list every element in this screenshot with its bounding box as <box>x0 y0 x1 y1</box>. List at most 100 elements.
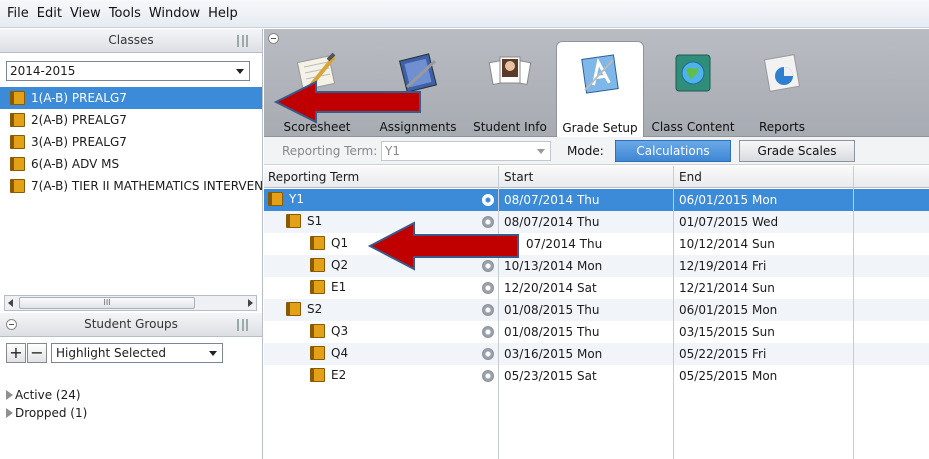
collapse-icon[interactable] <box>6 319 17 330</box>
term-cell: Q2 <box>310 258 348 272</box>
tab-grade-setup[interactable]: Grade Setup <box>556 41 644 138</box>
classes-header: Classes <box>0 29 262 53</box>
menu-help[interactable]: Help <box>207 4 239 23</box>
tab-student-info[interactable]: Student Info <box>470 41 550 137</box>
table-row[interactable]: S1 08/07/2014 Thu 01/07/2015 Wed <box>264 211 929 233</box>
end-date-cell[interactable]: 12/19/2014 Fri <box>679 259 766 273</box>
header-start[interactable]: Start <box>504 170 533 184</box>
start-date-cell[interactable]: 05/23/2015 Sat <box>504 369 597 383</box>
scroll-thumb[interactable]: III <box>19 297 195 309</box>
start-date-cell[interactable]: 12/20/2014 Sat <box>504 281 597 295</box>
menu-file[interactable]: File <box>6 4 30 23</box>
term-cell: S1 <box>286 214 322 228</box>
term-label: Q1 <box>331 236 349 250</box>
student-groups-title: Student Groups <box>84 317 178 331</box>
horizontal-scrollbar[interactable]: III <box>4 295 257 311</box>
term-cell: Q1 <box>310 236 348 250</box>
expand-icon[interactable] <box>6 390 13 400</box>
table-row[interactable]: Q3 01/08/2015 Thu 03/15/2015 Sun <box>264 321 929 343</box>
folder-icon <box>310 368 325 382</box>
annotation-arrow-left <box>367 221 519 271</box>
header-end[interactable]: End <box>679 170 702 184</box>
highlight-select[interactable]: Highlight Selected <box>51 343 223 363</box>
table-row[interactable]: Q4 03/16/2015 Mon 05/22/2015 Fri <box>264 343 929 365</box>
classes-title: Classes <box>108 33 154 47</box>
folder-icon <box>310 280 325 294</box>
date-picker-icon[interactable] <box>482 282 494 294</box>
date-picker-icon[interactable] <box>482 304 494 316</box>
menu-edit[interactable]: Edit <box>36 4 63 23</box>
class-item[interactable]: 6(A-B) ADV MS <box>0 153 262 175</box>
reporting-term-select[interactable]: Y1 <box>381 141 551 161</box>
folder-icon <box>268 192 283 206</box>
term-cell: Q4 <box>310 346 348 360</box>
year-value: 2014-2015 <box>10 64 76 78</box>
table-row[interactable]: Y1 08/07/2014 Thu 06/01/2015 Mon <box>264 189 929 211</box>
start-date-cell[interactable]: 03/16/2015 Mon <box>504 347 602 361</box>
group-dropped[interactable]: Dropped (1) <box>6 404 87 422</box>
expand-icon[interactable] <box>6 408 13 418</box>
term-label: E1 <box>331 280 347 294</box>
end-date-cell[interactable]: 06/01/2015 Mon <box>679 193 777 207</box>
date-picker-icon[interactable] <box>482 194 494 206</box>
term-label: S2 <box>307 302 323 316</box>
scroll-left-icon[interactable] <box>8 299 13 307</box>
class-label: 2(A-B) PREALG7 <box>31 113 127 127</box>
folder-icon <box>310 236 325 250</box>
remove-group-button[interactable]: − <box>27 343 47 363</box>
table-row[interactable]: E1 12/20/2014 Sat 12/21/2014 Sun <box>264 277 929 299</box>
reporting-term-label: Reporting Term: <box>282 144 378 158</box>
grip-icon[interactable] <box>237 319 248 331</box>
term-label: Q2 <box>331 258 349 272</box>
end-date-cell[interactable]: 01/07/2015 Wed <box>679 215 778 229</box>
annotation-arrow-left <box>273 80 421 124</box>
table-row[interactable]: Q1 07/2014 Thu 10/12/2014 Sun <box>264 233 929 255</box>
calculations-button[interactable]: Calculations <box>615 140 731 162</box>
end-date-cell[interactable]: 06/01/2015 Mon <box>679 303 777 317</box>
folder-icon <box>10 135 25 149</box>
term-cell: S2 <box>286 302 322 316</box>
end-date-cell[interactable]: 10/12/2014 Sun <box>679 237 775 251</box>
menu-tools[interactable]: Tools <box>108 4 142 23</box>
class-item[interactable]: 1(A-B) PREALG7 <box>0 87 262 109</box>
group-active[interactable]: Active (24) <box>6 386 87 404</box>
start-date-cell[interactable]: 01/08/2015 Thu <box>504 325 600 339</box>
folder-icon <box>310 258 325 272</box>
menu-window[interactable]: Window <box>148 4 201 23</box>
start-date-cell[interactable]: 01/08/2015 Thu <box>504 303 600 317</box>
grade-scales-button[interactable]: Grade Scales <box>739 140 855 162</box>
start-date-cell[interactable]: 08/07/2014 Thu <box>504 193 600 207</box>
class-label: 6(A-B) ADV MS <box>31 157 120 171</box>
term-cell: Y1 <box>268 192 304 206</box>
table-row[interactable]: S2 01/08/2015 Thu 06/01/2015 Mon <box>264 299 929 321</box>
term-label: S1 <box>307 214 323 228</box>
chevron-down-icon <box>537 149 545 154</box>
class-item[interactable]: 3(A-B) PREALG7 <box>0 131 262 153</box>
tab-reports[interactable]: Reports <box>744 41 820 137</box>
folder-icon <box>286 302 301 316</box>
grid-header: Reporting Term Start End <box>264 166 929 188</box>
date-picker-icon[interactable] <box>482 348 494 360</box>
add-group-button[interactable]: + <box>6 343 26 363</box>
grip-icon[interactable] <box>237 35 248 47</box>
end-date-cell[interactable]: 03/15/2015 Sun <box>679 325 775 339</box>
class-item[interactable]: 2(A-B) PREALG7 <box>0 109 262 131</box>
folder-icon <box>310 324 325 338</box>
end-date-cell[interactable]: 12/21/2014 Sun <box>679 281 775 295</box>
menu-view[interactable]: View <box>69 4 102 23</box>
end-date-cell[interactable]: 05/25/2015 Mon <box>679 369 777 383</box>
header-reporting-term[interactable]: Reporting Term <box>268 170 359 184</box>
date-picker-icon[interactable] <box>482 370 494 382</box>
start-date-cell[interactable]: 07/2014 Thu <box>526 237 602 251</box>
date-picker-icon[interactable] <box>482 326 494 338</box>
year-select[interactable]: 2014-2015 <box>6 61 250 81</box>
class-label: 1(A-B) PREALG7 <box>31 91 127 105</box>
table-row[interactable]: E2 05/23/2015 Sat 05/25/2015 Mon <box>264 365 929 387</box>
tab-class-content[interactable]: Class Content <box>648 41 738 137</box>
term-cell: Q3 <box>310 324 348 338</box>
end-date-cell[interactable]: 05/22/2015 Fri <box>679 347 766 361</box>
class-item[interactable]: 7(A-B) TIER II MATHEMATICS INTERVENTION <box>0 175 262 197</box>
scroll-right-icon[interactable] <box>248 299 253 307</box>
table-row[interactable]: Q2 10/13/2014 Mon 12/19/2014 Fri <box>264 255 929 277</box>
folder-icon <box>10 179 25 193</box>
